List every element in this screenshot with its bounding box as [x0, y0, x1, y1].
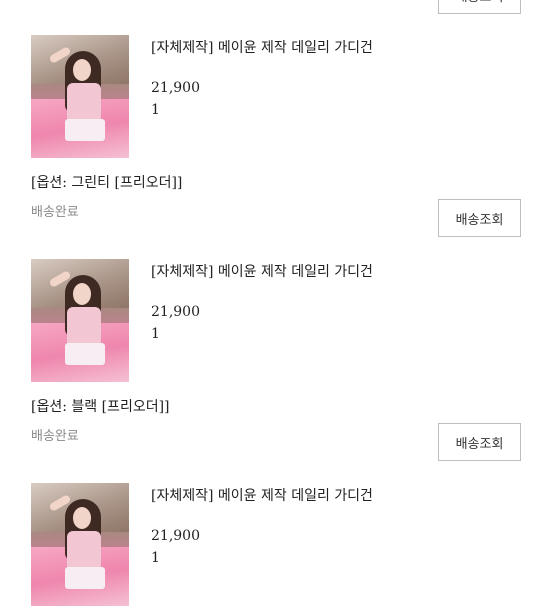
delivery-status: 배송완료 [31, 205, 79, 220]
product-price: 21,900 [151, 80, 200, 96]
track-delivery-button[interactable]: 배송조회 [438, 199, 521, 237]
product-name[interactable]: [자체제작] 메이윤 제작 데일리 가디건 [151, 37, 373, 57]
product-quantity: 1 [151, 550, 160, 566]
product-price: 21,900 [151, 304, 200, 320]
product-quantity: 1 [151, 102, 160, 118]
delivery-status: 배송완료 [31, 429, 79, 444]
product-quantity: 1 [151, 326, 160, 342]
product-name[interactable]: [자체제작] 메이윤 제작 데일리 가디건 [151, 485, 373, 505]
product-thumbnail[interactable] [31, 483, 129, 606]
product-price: 21,900 [151, 528, 200, 544]
track-delivery-button[interactable]: 배송조회 [438, 0, 521, 14]
product-name[interactable]: [자체제작] 메이윤 제작 데일리 가디건 [151, 261, 373, 281]
product-thumbnail[interactable] [31, 35, 129, 158]
track-delivery-button[interactable]: 배송조회 [438, 423, 521, 461]
product-option: [옵션: 그린티 [프리오더]] [31, 175, 183, 191]
product-thumbnail[interactable] [31, 259, 129, 382]
product-option: [옵션: 블랙 [프리오더]] [31, 399, 170, 415]
